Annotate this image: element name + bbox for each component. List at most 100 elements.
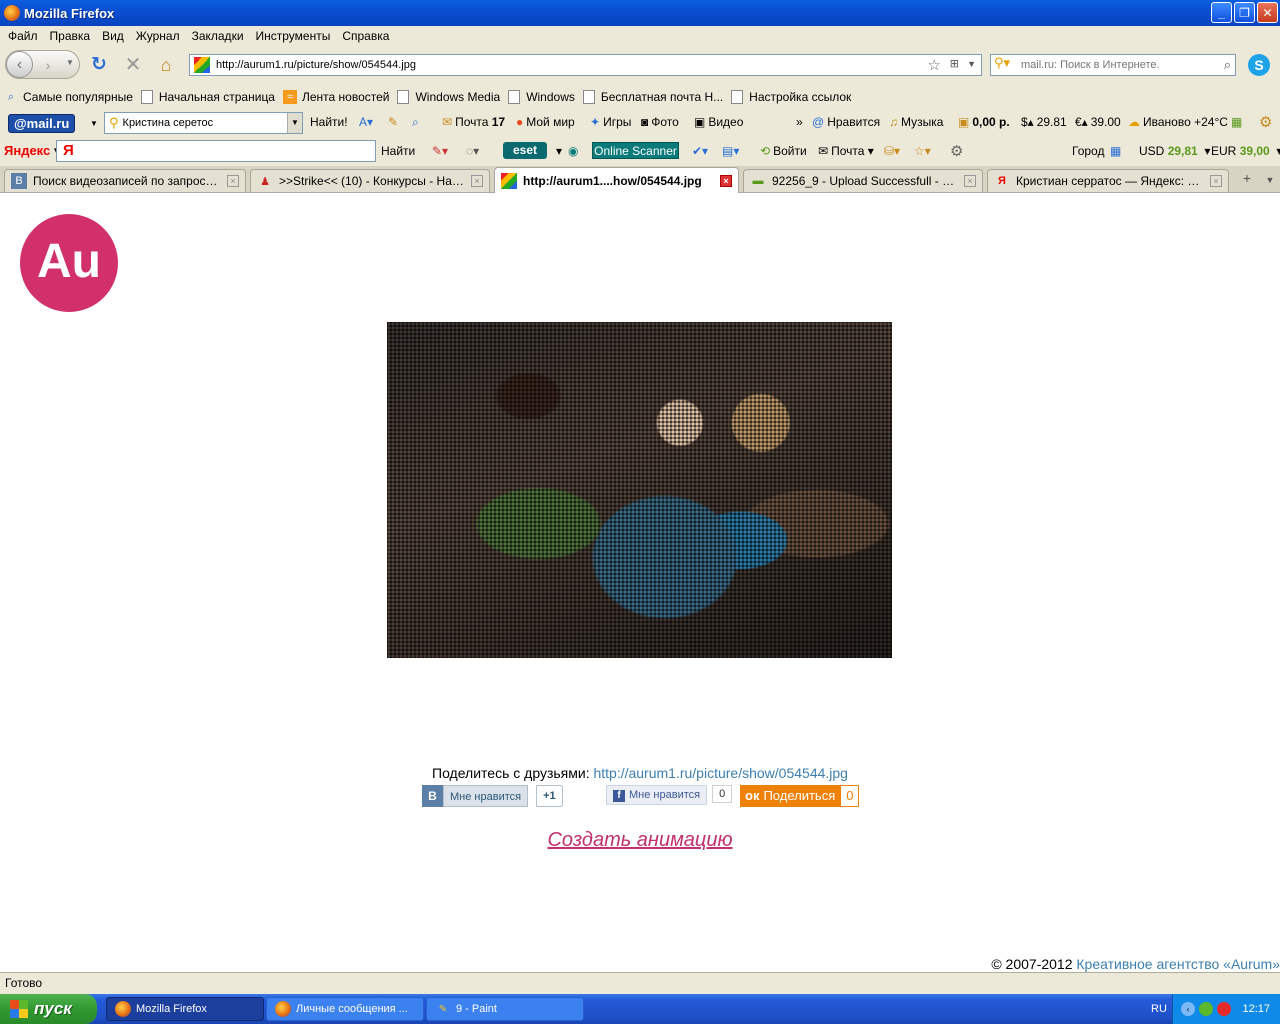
task-personal-messages[interactable]: Личные сообщения ... xyxy=(266,997,424,1021)
gear-icon[interactable]: ⚙ xyxy=(1259,113,1272,131)
minimize-button[interactable]: _ xyxy=(1211,2,1232,23)
mailru-find-button[interactable]: Найти! xyxy=(310,115,348,129)
bookmark-start-page[interactable]: Начальная страница xyxy=(140,90,275,104)
address-bar[interactable]: http://aurum1.ru/picture/show/054544.jpg… xyxy=(189,54,982,76)
mailru-video-button[interactable]: ▣ Видео xyxy=(694,115,743,129)
yandex-login-button[interactable]: ⟲ Войти xyxy=(760,144,807,158)
history-dropdown-icon[interactable]: ▼ xyxy=(66,58,74,67)
url-dropdown-icon[interactable]: ▼ xyxy=(967,59,976,69)
menu-tools[interactable]: Инструменты xyxy=(250,29,337,43)
online-scanner-button[interactable]: Online Scanner xyxy=(592,142,679,159)
stop-icon[interactable]: ✕ xyxy=(122,54,144,76)
yandex-eur-rate[interactable]: EUR 39,00 ▾ xyxy=(1211,144,1280,158)
mailru-menu-dropdown-icon[interactable]: ▼ xyxy=(90,119,98,128)
city-icon[interactable]: ▦ xyxy=(1110,144,1121,158)
mailru-myworld-button[interactable]: ● Мой мир xyxy=(516,115,575,129)
bookmark-windows[interactable]: Windows xyxy=(508,90,575,104)
mailru-more-chevron[interactable]: » xyxy=(796,115,803,129)
maximize-button[interactable]: ❐ xyxy=(1234,2,1255,23)
gear-icon[interactable]: ⚙ xyxy=(950,142,963,160)
close-tab-icon[interactable]: × xyxy=(227,175,239,187)
translate-icon[interactable]: ▤▾ xyxy=(722,144,739,158)
new-tab-icon[interactable]: + xyxy=(1236,170,1258,190)
yandex-find-button[interactable]: Найти xyxy=(381,144,415,158)
url-text[interactable]: http://aurum1.ru/picture/show/054544.jpg xyxy=(216,59,416,71)
mailru-photo-button[interactable]: ◙ Фото xyxy=(641,115,679,129)
back-button[interactable]: ‹ xyxy=(6,51,33,78)
menu-history[interactable]: Журнал xyxy=(130,29,186,43)
yandex-city[interactable]: Город xyxy=(1072,144,1104,158)
eset-dropdown-icon[interactable]: ▾ xyxy=(556,144,562,158)
clock[interactable]: 12:17 xyxy=(1242,1003,1270,1015)
tray-antivirus-icon[interactable] xyxy=(1217,1002,1231,1016)
aurum-logo[interactable]: Au xyxy=(20,214,118,312)
menu-help[interactable]: Справка xyxy=(336,29,395,43)
mailru-like-button[interactable]: @ Нравится xyxy=(812,115,880,129)
close-tab-icon[interactable]: × xyxy=(964,175,976,187)
close-tab-icon[interactable]: × xyxy=(471,175,483,187)
zoom-icon[interactable]: ⌕ xyxy=(412,115,419,130)
tab-strike-contests[interactable]: ♟ >>Strike<< (10) - Конкурсы - Наш д... … xyxy=(250,169,490,192)
task-mozilla-firefox[interactable]: Mozilla Firefox xyxy=(106,997,264,1021)
mailru-balance[interactable]: ▣ 0,00 р. xyxy=(958,115,1010,129)
menu-view[interactable]: Вид xyxy=(96,29,130,43)
yandex-search-input[interactable]: Я xyxy=(56,140,376,162)
bookmark-news-feed[interactable]: ≈ Лента новостей xyxy=(282,90,389,104)
comment-icon[interactable]: ◌▾ xyxy=(466,144,479,158)
mailru-weather[interactable]: ☁ Иваново +24°C xyxy=(1128,115,1228,129)
search-input[interactable] xyxy=(1021,59,1201,71)
close-button[interactable]: ✕ xyxy=(1257,2,1278,23)
menu-edit[interactable]: Правка xyxy=(44,29,97,43)
search-icon[interactable]: ⌕ xyxy=(1224,57,1231,73)
pencil-icon[interactable]: ✎▾ xyxy=(432,144,448,158)
spellcheck-icon[interactable]: ✔▾ xyxy=(692,144,708,158)
vk-like-button[interactable]: B Мне нравится +1 xyxy=(422,785,563,807)
bookmark-star-icon[interactable]: ☆ xyxy=(928,56,941,74)
start-button[interactable]: пуск xyxy=(0,994,97,1024)
highlight-icon[interactable]: ✎ xyxy=(388,115,398,129)
tab-yandex-search[interactable]: Я Кристиан серратос — Яндекс: Нашл... × xyxy=(987,169,1229,192)
mailru-search-field[interactable]: ⚲ Кристина серетос ▼ xyxy=(104,112,303,134)
tab-vk-video-search[interactable]: B Поиск видеозаписей по запросу Зач... × xyxy=(4,169,246,192)
bookmark-free-mail[interactable]: Бесплатная почта H... xyxy=(582,90,723,104)
bookmark-popular[interactable]: ⌕ Самые популярные xyxy=(4,90,133,104)
home-icon[interactable]: ⌂ xyxy=(155,54,177,76)
chevron-down-icon[interactable]: ▼ xyxy=(287,113,302,133)
close-tab-icon[interactable]: × xyxy=(720,174,732,187)
reload-icon[interactable]: ↻ xyxy=(88,54,110,76)
tab-upload-successfull[interactable]: ▬ 92256_9 - Upload Successfull - Picture… xyxy=(743,169,983,192)
menu-bookmarks[interactable]: Закладки xyxy=(186,29,250,43)
facebook-like-button[interactable]: f Мне нравится 0 xyxy=(606,785,733,805)
search-box[interactable]: ⚲▾ ⌕ xyxy=(990,54,1236,76)
share-link[interactable]: http://aurum1.ru/picture/show/054544.jpg xyxy=(593,765,848,781)
bookmark-link-settings[interactable]: Настройка ссылок xyxy=(731,90,851,104)
mailru-mail-button[interactable]: ✉ Почта 17 xyxy=(442,115,505,129)
eset-scan-icon[interactable]: ◉ xyxy=(568,144,578,158)
odnoklassniki-share-button[interactable]: ок Поделиться 0 xyxy=(740,785,860,807)
feed-icon[interactable]: ⊞ xyxy=(950,57,959,70)
mailru-logo[interactable]: @mail.ru xyxy=(8,114,76,133)
agency-link[interactable]: Креативное агентство «Aurum» xyxy=(1076,956,1280,972)
close-tab-icon[interactable]: × xyxy=(1210,175,1222,187)
yandex-usd-rate[interactable]: USD 29,81 ▾ xyxy=(1139,144,1210,158)
mailru-music-button[interactable]: ♫ Музыка xyxy=(889,115,943,129)
map-icon[interactable]: ▦ xyxy=(1231,115,1242,129)
menu-file[interactable]: Файл xyxy=(2,29,44,43)
yandex-mail-button[interactable]: ✉ Почта ▾ xyxy=(818,144,874,158)
create-animation-link[interactable]: Создать анимацию xyxy=(547,829,732,851)
mailru-games-button[interactable]: ✦ Игры xyxy=(590,115,631,129)
bag-icon[interactable]: ⛁▾ xyxy=(884,144,900,158)
tray-expand-icon[interactable]: ‹ xyxy=(1181,1002,1195,1016)
task-paint[interactable]: ✎ 9 - Paint xyxy=(426,997,584,1021)
tray-messenger-icon[interactable] xyxy=(1199,1002,1213,1016)
tab-aurum-picture[interactable]: http://aurum1....how/054544.jpg × xyxy=(494,167,739,193)
star-icon[interactable]: ☆▾ xyxy=(914,144,931,158)
skype-icon[interactable]: S xyxy=(1248,54,1270,76)
language-indicator[interactable]: RU xyxy=(1151,1003,1167,1015)
search-engine-icon[interactable]: ⚲▾ xyxy=(991,55,1021,75)
bookmark-windows-media[interactable]: Windows Media xyxy=(397,90,500,104)
tab-list-icon[interactable]: ▼ xyxy=(1262,170,1278,190)
eset-logo[interactable]: eset xyxy=(503,142,547,159)
forward-button[interactable]: › xyxy=(38,55,58,75)
yandex-logo[interactable]: Яндекс ▾ xyxy=(4,143,60,159)
